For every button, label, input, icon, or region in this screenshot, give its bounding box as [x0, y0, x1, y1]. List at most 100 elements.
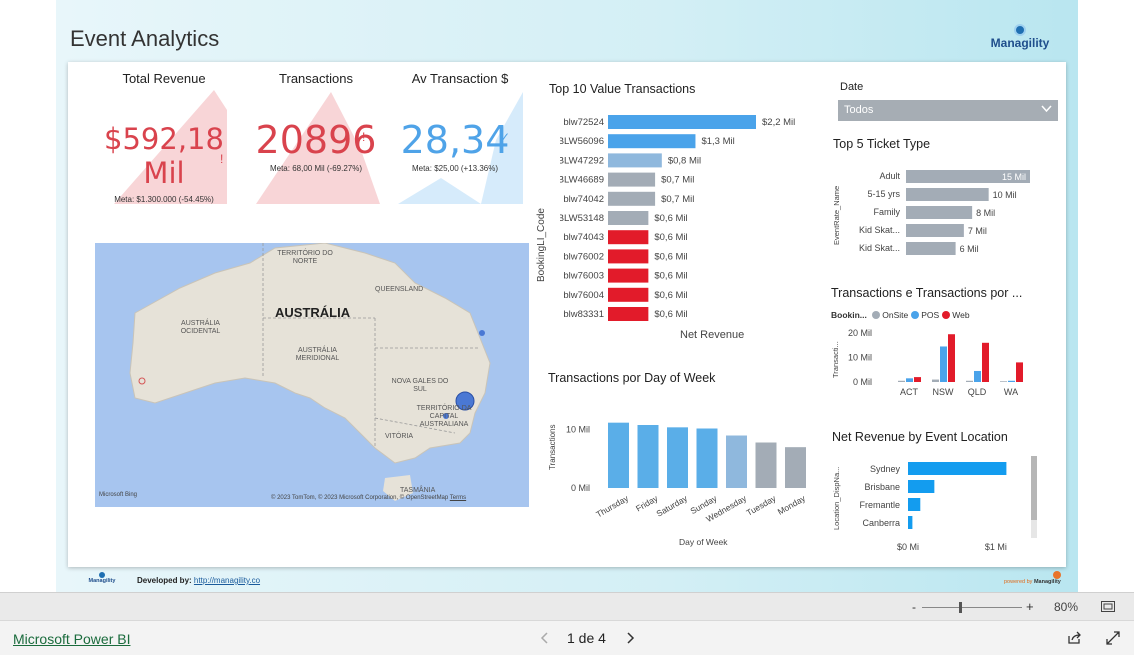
state-chart[interactable]: 20 Mil 10 Mil 0 Mil ACT NSW QLD WA [840, 325, 1040, 400]
bar[interactable] [608, 307, 649, 321]
bar[interactable] [608, 249, 649, 264]
bar[interactable] [914, 377, 921, 382]
bar[interactable] [908, 516, 913, 529]
bar[interactable] [1000, 381, 1007, 382]
kpi-label: Total Revenue [122, 71, 206, 86]
bar-data-label: $0,6 Mil [654, 251, 687, 262]
bar[interactable] [608, 134, 696, 149]
bar[interactable] [974, 370, 981, 382]
bar[interactable] [608, 153, 662, 168]
dow-ylabel: Transactions [548, 424, 557, 471]
bar[interactable] [908, 462, 1007, 475]
bar[interactable] [755, 442, 777, 489]
top10-chart[interactable]: blw72524 $2,2 Mil BLW56096 $1,3 Mil BLW47292… [560, 112, 820, 326]
bar-category-label: BLW56096 [560, 136, 604, 147]
kpi-av-transaction[interactable]: Av Transaction $ 28,34 ✓ Meta: $25,00 (+… [396, 70, 526, 210]
bar-category-label: Kid Skat... [859, 243, 900, 253]
bar[interactable] [608, 422, 629, 488]
bar[interactable] [940, 346, 947, 382]
map-region-label: VITÓRIA [385, 433, 414, 440]
bar[interactable] [982, 342, 989, 382]
date-filter-value: Todos [844, 104, 874, 116]
legend-item[interactable]: Web [942, 310, 970, 320]
ticket-chart[interactable]: Adult 15 Mil 5-15 yrs 10 Mil Family 8 Mil Kid … [846, 166, 1046, 260]
zoom-slider[interactable] [922, 602, 1022, 613]
kpi-total-revenue[interactable]: Total Revenue $592,18 Mil ! Meta: $1.300.… [94, 70, 234, 210]
bar-category-label: blw76004 [563, 290, 604, 301]
bar[interactable] [608, 172, 656, 187]
bar[interactable] [696, 428, 718, 489]
page-indicator: 1 de 4 [567, 630, 606, 646]
next-page-icon[interactable] [627, 632, 635, 644]
legend-item[interactable]: POS [911, 310, 939, 320]
map-region-label: AUSTRÁLIA MERIDIONAL [295, 347, 340, 362]
kpi-transactions[interactable]: Transactions 20896 ! Meta: 68,00 Mil (-6… [246, 70, 386, 210]
map-bubble-brisbane[interactable] [479, 330, 485, 336]
bar[interactable] [1016, 362, 1023, 382]
zoom-out-button[interactable]: - [912, 600, 916, 614]
bar[interactable] [608, 115, 756, 129]
location-scrollbar[interactable] [1031, 456, 1037, 538]
bar[interactable] [637, 425, 659, 488]
location-chart[interactable]: Sydney Brisbane Fremantle Canberra $0 Mi $1 M… [846, 458, 1016, 554]
bar-category-label: Canberra [862, 518, 900, 528]
dow-chart[interactable]: 10 Mil0 MilThursday FridaySaturday SundayW… [560, 410, 810, 535]
map-region-label: QUEENSLAND [375, 286, 424, 293]
dow-title: Transactions por Day of Week [548, 371, 716, 385]
bar[interactable] [1008, 380, 1015, 382]
kpi-value: $592,18 Mil [104, 122, 224, 190]
bar[interactable] [898, 380, 905, 382]
bar[interactable] [726, 435, 747, 489]
legend-item[interactable]: OnSite [872, 310, 908, 320]
bar-data-label: $0,6 Mil [654, 290, 687, 301]
developer-link[interactable]: http://managility.co [194, 576, 260, 585]
map-terms-link[interactable]: Terms [450, 495, 466, 501]
bar-data-label: 15 Mil [1002, 172, 1026, 182]
bar[interactable] [906, 224, 964, 237]
bar-category-label: Brisbane [864, 482, 900, 492]
managility-logo[interactable]: Managility [985, 24, 1055, 50]
zoom-slider-thumb[interactable] [959, 602, 962, 613]
axis-tick-label: 10 Mil [566, 425, 590, 435]
prev-page-icon[interactable] [540, 632, 548, 644]
ticket-ylabel: EventRate_Name [832, 185, 841, 245]
bar-data-label: $0,6 Mil [654, 232, 687, 243]
bar[interactable] [932, 379, 939, 382]
bar[interactable] [948, 334, 955, 382]
bar[interactable] [908, 498, 921, 511]
powered-logo-icon [1052, 571, 1061, 579]
bar[interactable] [906, 242, 956, 255]
bar-category-label: blw74042 [563, 194, 604, 205]
bar-category-label: BLW53148 [560, 213, 604, 224]
bar[interactable] [906, 188, 989, 201]
fullscreen-icon[interactable] [1106, 631, 1120, 645]
bar[interactable] [785, 447, 806, 488]
axis-tick-label: NSW [933, 387, 955, 397]
bar[interactable] [906, 378, 913, 382]
bar[interactable] [608, 287, 649, 302]
bar-data-label: 10 Mil [993, 190, 1017, 200]
bar[interactable] [966, 380, 973, 382]
date-filter-select[interactable]: Todos [838, 100, 1058, 121]
bar[interactable] [906, 206, 973, 219]
bar[interactable] [608, 211, 649, 225]
bar[interactable] [608, 230, 649, 245]
axis-tick-label: Saturday [655, 493, 690, 519]
scrollbar-thumb[interactable] [1031, 456, 1037, 520]
dow-xlabel: Day of Week [679, 537, 728, 547]
bar-category-label: BLW47292 [560, 155, 604, 166]
power-bi-link[interactable]: Microsoft Power BI [13, 631, 130, 647]
share-icon[interactable] [1067, 630, 1082, 645]
bar-data-label: $0,6 Mil [654, 309, 687, 320]
bar-category-label: blw72524 [563, 117, 604, 128]
bar[interactable] [608, 268, 649, 283]
bar[interactable] [667, 427, 688, 488]
fit-to-page-icon[interactable] [1101, 601, 1115, 612]
location-title: Net Revenue by Event Location [832, 430, 1008, 444]
bar[interactable] [608, 191, 656, 206]
australia-map[interactable]: AUSTRÁLIA TERRITÓRIO DO NORTE QUEENSLAND… [95, 243, 529, 507]
map-landmass [129, 243, 491, 501]
kpi-label: Transactions [279, 71, 353, 86]
bar[interactable] [908, 480, 935, 493]
zoom-in-button[interactable]: + [1026, 599, 1034, 614]
